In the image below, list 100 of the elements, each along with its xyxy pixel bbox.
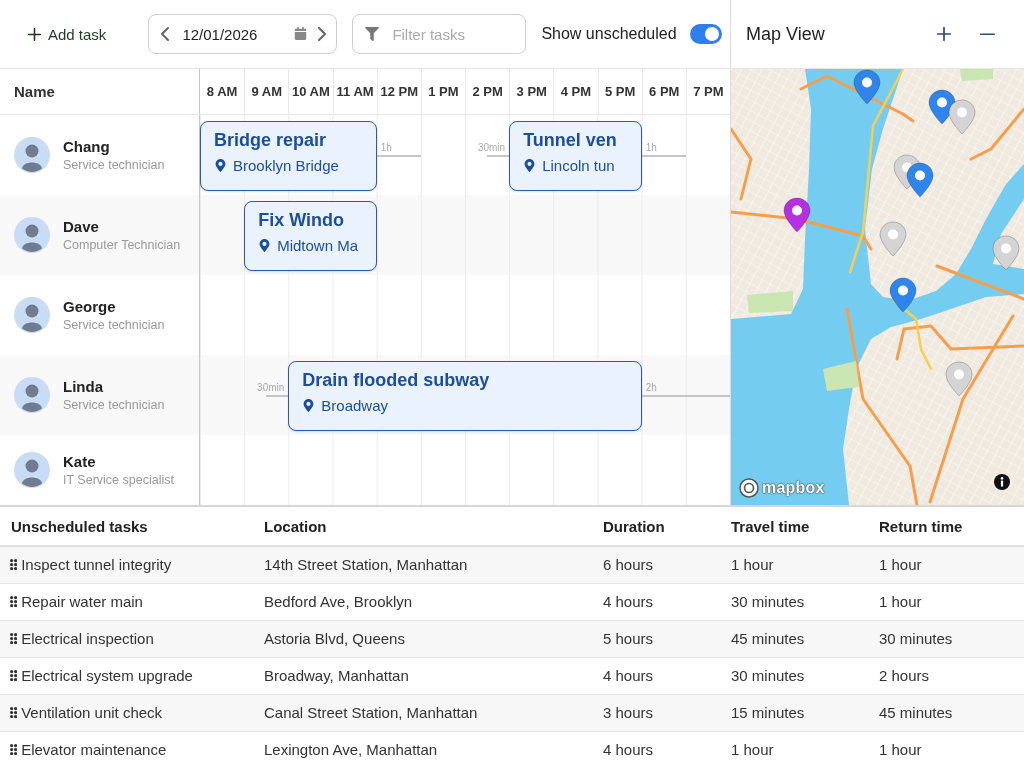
table-cell: 1 hour — [879, 731, 1024, 768]
hour-label: 6 PM — [641, 69, 686, 114]
table-cell: 6 hours — [603, 546, 731, 583]
drag-handle-icon[interactable] — [10, 559, 18, 571]
park-area — [747, 291, 793, 313]
technician-role: IT Service specialist — [63, 473, 174, 487]
hour-label: 4 PM — [553, 69, 598, 114]
task-card[interactable]: Fix Windo Midtown Ma — [244, 201, 377, 271]
technician-role: Computer Technician — [63, 238, 181, 252]
table-cell: 4 hours — [603, 583, 731, 620]
plus-icon — [937, 27, 951, 41]
info-icon[interactable] — [994, 474, 1010, 490]
task-card[interactable]: Tunnel ven Lincoln tun — [509, 121, 642, 191]
table-cell: 15 minutes — [731, 694, 879, 731]
filter-field[interactable]: Filter tasks — [352, 14, 527, 54]
add-task-button[interactable]: Add task — [26, 23, 109, 45]
technician-role: Service technician — [63, 398, 165, 412]
drag-handle-icon[interactable] — [10, 595, 18, 608]
map-pin-icon[interactable] — [889, 277, 917, 313]
hour-label: 1 PM — [420, 69, 465, 114]
avatar-icon — [14, 217, 50, 253]
task-title: Fix Windo — [258, 210, 345, 231]
task-card[interactable]: Bridge repair Brooklyn Bridge — [200, 121, 377, 191]
hour-label: 8 AM — [205, 83, 239, 101]
drag-handle-icon[interactable] — [10, 632, 18, 645]
zoom-out-button[interactable] — [980, 32, 995, 36]
map-pin-icon[interactable] — [948, 99, 976, 135]
park-area — [960, 69, 993, 81]
calendar-icon[interactable] — [294, 27, 308, 40]
next-date-button[interactable] — [318, 27, 327, 41]
toggle-label: Show unscheduled — [541, 25, 677, 43]
table-cell: 30 minutes — [731, 657, 879, 694]
location-pin-icon — [258, 239, 272, 252]
travel-line — [641, 155, 686, 157]
travel-time-label: 1h — [379, 142, 392, 153]
hour-label: 2 PM — [465, 69, 510, 114]
hour-label: 10 AM — [288, 69, 333, 114]
table-cell: 45 minutes — [731, 620, 879, 657]
task-location: Brooklyn Bridge — [233, 157, 339, 174]
table-cell: Canal Street Station, Manhattan — [264, 694, 603, 731]
table-cell: 4 hours — [603, 657, 731, 694]
logo-icon — [739, 478, 759, 498]
table-cell: Astoria Blvd, Queens — [264, 620, 603, 657]
travel-line — [376, 155, 421, 157]
table-cell: Lexington Ave, Manhattan — [264, 731, 603, 768]
previous-date-button[interactable] — [161, 27, 170, 41]
task-name: Electrical system upgrade — [21, 667, 193, 684]
hour-label: 5 PM — [597, 69, 642, 114]
table-cell: 1 hour — [879, 583, 1024, 620]
park-area — [823, 361, 859, 391]
drag-handle-icon[interactable] — [10, 743, 18, 756]
location-pin-icon — [302, 399, 316, 412]
toggle-switch[interactable] — [689, 24, 722, 44]
column-header: Name — [0, 69, 200, 114]
table-cell: 30 minutes — [731, 583, 879, 620]
minus-icon — [980, 32, 995, 36]
plus-icon — [28, 27, 41, 41]
task-title: Tunnel ven — [523, 130, 618, 151]
panel-title: Map View — [746, 23, 826, 45]
drag-handle-icon[interactable] — [10, 706, 18, 719]
table-cell: 1 hour — [731, 731, 879, 768]
date-field[interactable]: 12/01/2026 — [148, 14, 338, 54]
map-pin-icon[interactable] — [783, 197, 811, 233]
travel-time-label: 30min — [477, 142, 507, 153]
task-name: Electrical inspection — [21, 630, 154, 647]
location-pin-icon — [214, 159, 227, 172]
travel-line — [266, 395, 289, 397]
map-pin-icon[interactable] — [906, 162, 934, 198]
hour-label: 12 PM — [376, 69, 421, 114]
technician-name: Dave — [63, 218, 100, 235]
technician-name: George — [63, 298, 117, 315]
hour-label: 11 AM — [332, 69, 377, 114]
task-name: Ventilation unit check — [21, 704, 163, 721]
location-pin-icon — [523, 159, 537, 172]
technician-name: Linda — [63, 378, 104, 395]
task-card[interactable]: Drain flooded subway Broadway — [288, 361, 642, 431]
chevron-left-icon — [161, 27, 170, 41]
attribution-logo: mapbox — [762, 479, 825, 497]
table-cell: 14th Street Station, Manhattan — [264, 546, 603, 583]
map-pin-icon[interactable] — [853, 69, 881, 105]
travel-time-label: 30min — [257, 382, 286, 393]
task-name: Repair water main — [21, 593, 143, 610]
avatar-icon — [14, 377, 50, 413]
hour-label: 3 PM — [509, 69, 554, 114]
table-cell: 2 hours — [879, 657, 1024, 694]
table-cell: 30 minutes — [879, 620, 1024, 657]
zoom-in-button[interactable] — [937, 27, 951, 41]
hour-label: 9 AM — [244, 69, 289, 114]
chevron-right-icon — [318, 27, 327, 41]
avatar-icon — [14, 452, 50, 488]
drag-handle-icon[interactable] — [10, 669, 18, 682]
task-location: Midtown Ma — [277, 237, 358, 254]
avatar-icon — [14, 137, 50, 173]
table-cell: 4 hours — [603, 731, 731, 768]
table-cell: 3 hours — [603, 694, 731, 731]
task-name: Elevator maintenance — [21, 741, 167, 758]
table-cell: Broadway, Manhattan — [264, 657, 603, 694]
filter-icon — [365, 27, 380, 41]
table-cell: 5 hours — [603, 620, 731, 657]
task-name: Inspect tunnel integrity — [21, 556, 172, 574]
